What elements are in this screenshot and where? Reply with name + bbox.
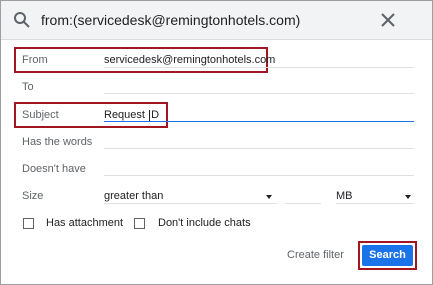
- chevron-down-icon: [266, 195, 272, 199]
- search-icon[interactable]: [13, 11, 31, 29]
- size-operator-underline: [104, 203, 277, 204]
- chevron-down-icon: [405, 195, 411, 199]
- doesnt-have-label: Doesn't have: [22, 163, 86, 175]
- search-button[interactable]: Search: [362, 245, 413, 266]
- create-filter-button[interactable]: Create filter: [287, 249, 344, 261]
- from-field[interactable]: servicedesk@remingtonhotels.com: [104, 54, 275, 66]
- subject-label: Subject: [22, 109, 59, 121]
- size-unit-underline: [336, 203, 414, 204]
- has-words-field[interactable]: [104, 148, 414, 149]
- size-label: Size: [22, 190, 44, 202]
- size-amount-field[interactable]: [285, 203, 321, 204]
- search-options-dialog: from:(servicedesk@remingtonhotels.com) F…: [0, 0, 433, 285]
- from-field-underline: [104, 67, 414, 68]
- has-attachment-checkbox[interactable]: [23, 218, 34, 229]
- from-label: From: [22, 54, 48, 66]
- close-icon[interactable]: [380, 12, 396, 28]
- subject-field[interactable]: Request ID: [104, 109, 159, 121]
- dont-include-chats-checkbox[interactable]: [134, 218, 145, 229]
- size-operator-select[interactable]: greater than: [104, 190, 163, 202]
- search-bar: from:(servicedesk@remingtonhotels.com): [1, 1, 432, 40]
- subject-field-underline: [104, 121, 414, 122]
- size-unit-select[interactable]: MB: [336, 190, 353, 202]
- has-attachment-label[interactable]: Has attachment: [46, 217, 123, 229]
- to-label: To: [22, 81, 34, 93]
- dont-include-chats-label[interactable]: Don't include chats: [158, 217, 251, 229]
- search-query[interactable]: from:(servicedesk@remingtonhotels.com): [41, 12, 300, 28]
- to-field[interactable]: [104, 93, 414, 94]
- doesnt-have-field[interactable]: [104, 175, 414, 176]
- has-words-label: Has the words: [22, 136, 93, 148]
